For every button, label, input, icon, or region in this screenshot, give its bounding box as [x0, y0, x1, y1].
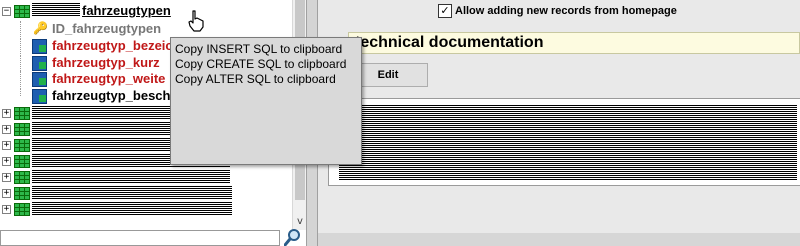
magnifier-icon[interactable] [283, 228, 302, 246]
tree-field-id[interactable]: 🔑 ID_fahrzeugtypen [0, 21, 292, 37]
tree-connector [20, 55, 22, 71]
documentation-content[interactable] [328, 98, 800, 186]
expand-icon[interactable]: + [2, 205, 11, 214]
table-icon [14, 171, 30, 184]
field-label[interactable]: fahrzeugtyp_weite [52, 71, 165, 87]
expand-icon[interactable]: + [2, 189, 11, 198]
redacted-text [32, 170, 230, 184]
tree-connector [20, 21, 22, 37]
status-bar [318, 233, 800, 246]
tree-node[interactable]: + [0, 169, 292, 185]
field-icon [32, 89, 47, 104]
tree-node-fahrzeugtypen[interactable]: − fahrzeugtypen [0, 3, 292, 19]
field-label[interactable]: ID_fahrzeugtypen [52, 21, 161, 37]
field-icon [32, 39, 47, 54]
field-icon [32, 72, 47, 87]
tree-connector [20, 88, 22, 96]
tree-node-label[interactable]: fahrzeugtypen [82, 3, 171, 19]
expand-icon[interactable]: + [2, 109, 11, 118]
field-label[interactable]: fahrzeugtyp_kurz [52, 55, 160, 71]
table-icon [14, 5, 30, 18]
table-icon [14, 203, 30, 216]
expand-icon[interactable]: + [2, 125, 11, 134]
expand-icon[interactable]: + [2, 157, 11, 166]
context-menu: Copy INSERT SQL to clipboard Copy CREATE… [170, 37, 362, 165]
tree-node[interactable]: + [0, 201, 292, 217]
menu-item-copy-insert-sql[interactable]: Copy INSERT SQL to clipboard [175, 42, 342, 57]
tree-connector [20, 38, 22, 54]
redacted-text [32, 122, 172, 136]
hand-cursor-icon [187, 10, 205, 32]
menu-item-copy-alter-sql[interactable]: Copy ALTER SQL to clipboard [175, 72, 336, 87]
tree-connector [20, 71, 22, 87]
redacted-text [339, 105, 797, 181]
redacted-text [32, 186, 232, 200]
documentation-title: technical documentation [355, 34, 544, 51]
documentation-header: technical documentation [348, 32, 800, 54]
table-icon [14, 139, 30, 152]
field-icon [32, 56, 47, 71]
table-icon [14, 155, 30, 168]
table-icon [14, 187, 30, 200]
table-properties-pane: ✓ Allow adding new records from homepage… [318, 0, 800, 246]
allow-homepage-checkbox[interactable]: ✓ [438, 4, 452, 18]
table-icon [14, 123, 30, 136]
collapse-icon[interactable]: − [2, 7, 11, 16]
tree-search-input[interactable] [0, 230, 280, 246]
tree-node[interactable]: + [0, 185, 292, 201]
redacted-text [32, 138, 172, 152]
expand-icon[interactable]: + [2, 141, 11, 150]
allow-homepage-label[interactable]: Allow adding new records from homepage [455, 3, 677, 19]
expand-icon[interactable]: + [2, 173, 11, 182]
key-icon: 🔑 [33, 21, 48, 35]
menu-item-copy-create-sql[interactable]: Copy CREATE SQL to clipboard [175, 57, 346, 72]
table-icon [14, 107, 30, 120]
redacted-text [32, 202, 232, 216]
redacted-text [32, 106, 172, 120]
redacted-text [32, 3, 80, 17]
